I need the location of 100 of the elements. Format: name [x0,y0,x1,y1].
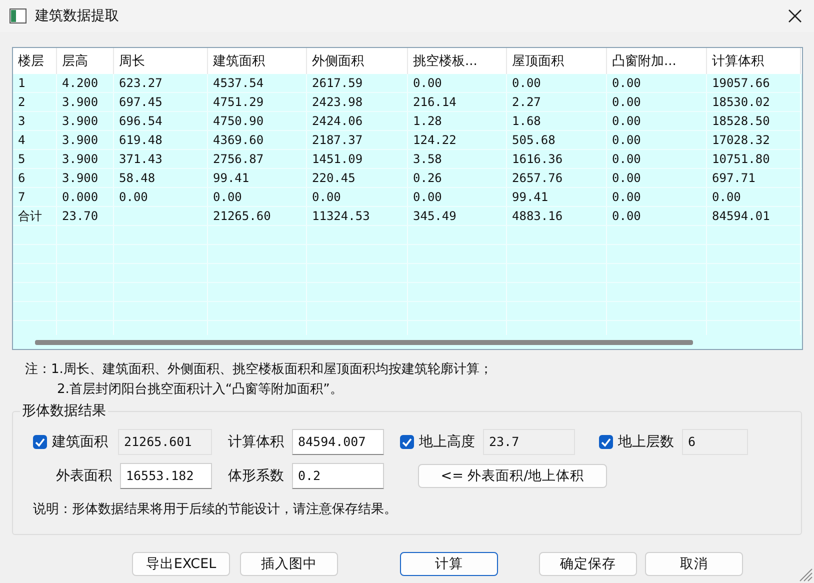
checkbox[interactable] [599,435,613,449]
checkbox[interactable] [400,435,414,449]
table-cell: 0.00 [408,74,507,92]
table-cell: 220.45 [307,169,408,187]
table-cell: 4537.54 [208,74,307,92]
group-title: 形体数据结果 [20,402,108,420]
input-field[interactable]: 21265.601 [118,429,212,455]
table-cell: 3.900 [57,131,114,149]
input-field[interactable]: 23.7 [483,429,575,455]
table-cell: 3.900 [57,150,114,168]
table-cell: 2756.87 [208,150,307,168]
table-cell: 619.48 [114,131,208,149]
input-field[interactable]: 84594.007 [292,429,384,455]
table-cell: 0.00 [114,188,208,206]
table-cell: 1.68 [507,112,607,130]
table-cell: 0.00 [707,188,801,206]
table-cell: 2 [13,93,57,111]
input-field[interactable]: 6 [682,429,748,455]
table-cell: 1451.09 [307,150,408,168]
table-cell: 23.70 [57,207,114,225]
table-cell: 0.00 [607,188,707,206]
table-cell: 4750.90 [208,112,307,130]
table-cell: 18528.50 [707,112,801,130]
ratio-button[interactable]: <= 外表面积/地上体积 [418,464,607,488]
note-text: 2.首层封闭阳台挑空面积计入“凸窗等附加面积”。 [56,381,344,399]
table-cell: 1616.36 [507,150,607,168]
table-cell: 0.00 [507,74,607,92]
table-cell: 2424.06 [307,112,408,130]
table-cell: 58.48 [114,169,208,187]
checkbox[interactable] [33,435,47,449]
field-label: 外表面积 [56,467,112,485]
table-cell: 3.900 [57,93,114,111]
table-cell: 99.41 [507,188,607,206]
table-cell: 19057.66 [707,74,801,92]
table-cell: 0.00 [208,188,307,206]
table-cell: 6 [13,169,57,187]
table-cell: 3.58 [408,150,507,168]
table-cell: 3.900 [57,169,114,187]
field-label: 地上高度 [419,433,475,451]
dialog-button[interactable]: 导出EXCEL [132,552,230,576]
table-cell: 505.68 [507,131,607,149]
dialog-button[interactable]: 确定保存 [539,552,637,576]
table-cell: 0.00 [607,207,707,225]
table-cell: 0.00 [607,169,707,187]
table-cell: 99.41 [208,169,307,187]
table-cell: 623.27 [114,74,208,92]
table-cell: 371.43 [114,150,208,168]
table-cell: 2.27 [507,93,607,111]
table-cell: 0.00 [607,93,707,111]
table-cell: 17028.32 [707,131,801,149]
table-cell: 7 [13,188,57,206]
table-cell: 4751.29 [208,93,307,111]
field-label: 体形系数 [228,467,284,485]
table-cell: 4 [13,131,57,149]
table-cell: 2187.37 [307,131,408,149]
table-cell: 2617.59 [307,74,408,92]
close-icon[interactable] [788,9,802,23]
table-cell: 345.49 [408,207,507,225]
table-cell: 1.28 [408,112,507,130]
window-title: 建筑数据提取 [35,7,120,25]
horizontal-scrollbar[interactable] [13,335,802,349]
table-cell: 11324.53 [307,207,408,225]
table-cell: 697.45 [114,93,208,111]
explanation-text: 说明：形体数据结果将用于后续的节能设计，请注意保存结果。 [33,501,398,518]
table-cell: 10751.80 [707,150,801,168]
table-cell: 4883.16 [507,207,607,225]
table-cell: 84594.01 [707,207,801,225]
input-field[interactable]: 0.2 [292,463,384,489]
table-cell: 0.000 [57,188,114,206]
table-cell: 4369.60 [208,131,307,149]
table-cell: 5 [13,150,57,168]
table-cell: 1 [13,74,57,92]
table-cell: 4.200 [57,74,114,92]
field-label: 计算体积 [228,433,284,451]
table-cell: 0.00 [607,74,707,92]
table-cell: 2423.98 [307,93,408,111]
table-cell: 18530.02 [707,93,801,111]
table-cell: 0.26 [408,169,507,187]
table-cell: 21265.60 [208,207,307,225]
resize-grip-icon[interactable] [799,568,813,582]
table-cell: 0.00 [607,112,707,130]
app-icon [9,8,27,24]
dialog-button[interactable]: 插入图中 [240,552,338,576]
table-cell: 216.14 [408,93,507,111]
field-label: 建筑面积 [52,433,108,451]
dialog-button[interactable]: 取消 [645,552,743,576]
table-cell: 2657.76 [507,169,607,187]
table-cell: 696.54 [114,112,208,130]
dialog-button[interactable]: 计算 [400,552,498,576]
table-cell: 0.00 [408,188,507,206]
table-cell: 3.900 [57,112,114,130]
table-cell: 697.71 [707,169,801,187]
table-cell: 0.00 [607,150,707,168]
table-cell: 0.00 [307,188,408,206]
field-label: 地上层数 [618,433,674,451]
table-cell: 124.22 [408,131,507,149]
note-text: 注：1.周长、建筑面积、外侧面积、挑空楼板面积和屋顶面积均按建筑轮廓计算； [25,361,494,379]
table-cell: 合计 [13,207,57,225]
input-field[interactable]: 16553.182 [120,463,212,489]
table-cell: 0.00 [607,131,707,149]
